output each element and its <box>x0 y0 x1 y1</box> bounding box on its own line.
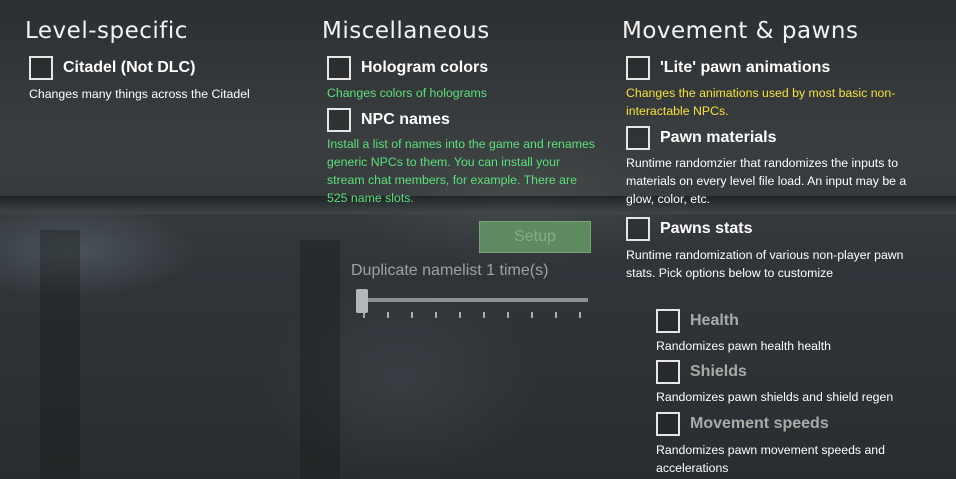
citadel-option[interactable]: Citadel (Not DLC) <box>29 56 195 80</box>
background-column <box>300 240 340 479</box>
slider-tick <box>387 312 389 318</box>
duplicate-namelist-slider-track[interactable] <box>360 298 588 302</box>
miscellaneous-heading: Miscellaneous <box>322 18 490 44</box>
slider-tick <box>363 312 365 318</box>
hologram-colors-description: Changes colors of holograms <box>327 86 487 100</box>
health-checkbox[interactable] <box>656 309 680 333</box>
hologram-colors-option[interactable]: Hologram colors <box>327 56 488 80</box>
movement-pawns-heading: Movement & pawns <box>622 18 859 44</box>
slider-tick <box>531 312 533 318</box>
slider-tick <box>459 312 461 318</box>
slider-tick <box>555 312 557 318</box>
citadel-checkbox[interactable] <box>29 56 53 80</box>
citadel-description: Changes many things across the Citadel <box>29 87 250 101</box>
shields-description: Randomizes pawn shields and shield regen <box>656 390 894 404</box>
lite-pawn-animations-label: 'Lite' pawn animations <box>660 59 831 76</box>
health-option[interactable]: Health <box>656 309 739 333</box>
pawn-materials-description: Runtime randomzier that randomizes the i… <box>626 156 907 206</box>
npc-names-description: Install a list of names into the game an… <box>327 137 595 205</box>
slider-tick <box>435 312 437 318</box>
slider-tick <box>579 312 581 318</box>
hologram-colors-label: Hologram colors <box>361 59 489 76</box>
slider-tick <box>507 312 509 318</box>
pawns-stats-label: Pawns stats <box>660 220 753 237</box>
movement-speeds-checkbox[interactable] <box>656 412 680 436</box>
npc-names-checkbox[interactable] <box>327 108 351 132</box>
npc-names-label: NPC names <box>361 111 450 128</box>
health-description: Randomizes pawn health health <box>656 339 832 353</box>
pawns-stats-option[interactable]: Pawns stats <box>626 217 752 241</box>
duplicate-namelist-label: Duplicate namelist 1 time(s) <box>351 262 549 279</box>
shields-option[interactable]: Shields <box>656 360 747 384</box>
lite-pawn-animations-option[interactable]: 'Lite' pawn animations <box>626 56 830 80</box>
movement-speeds-description: Randomizes pawn movement speeds and acce… <box>656 443 885 475</box>
slider-tick <box>483 312 485 318</box>
health-label: Health <box>690 312 739 329</box>
citadel-label: Citadel (Not DLC) <box>63 59 196 76</box>
shields-checkbox[interactable] <box>656 360 680 384</box>
pawn-materials-option[interactable]: Pawn materials <box>626 126 777 150</box>
hologram-colors-checkbox[interactable] <box>327 56 351 80</box>
movement-speeds-option[interactable]: Movement speeds <box>656 412 829 436</box>
lite-pawn-animations-checkbox[interactable] <box>626 56 650 80</box>
duplicate-namelist-slider-thumb[interactable] <box>356 289 368 313</box>
shields-label: Shields <box>690 363 747 380</box>
pawns-stats-checkbox[interactable] <box>626 217 650 241</box>
background-column <box>40 230 80 479</box>
pawns-stats-description: Runtime randomization of various non-pla… <box>626 248 904 280</box>
pawn-materials-label: Pawn materials <box>660 129 777 146</box>
slider-tick <box>411 312 413 318</box>
lite-pawn-animations-description: Changes the animations used by most basi… <box>626 86 896 118</box>
movement-speeds-label: Movement speeds <box>690 415 829 432</box>
setup-button[interactable]: Setup <box>479 221 591 253</box>
pawn-materials-checkbox[interactable] <box>626 126 650 150</box>
level-specific-heading: Level-specific <box>25 18 188 44</box>
npc-names-option[interactable]: NPC names <box>327 108 450 132</box>
